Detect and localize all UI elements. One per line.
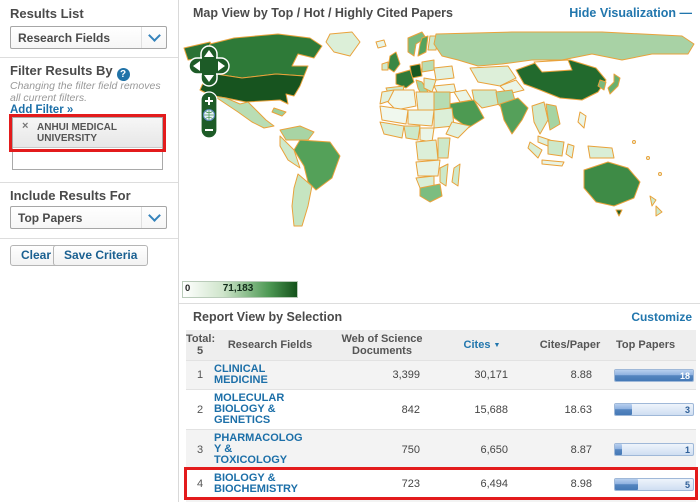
results-list-dropdown[interactable]: Research Fields bbox=[10, 26, 167, 49]
section-divider bbox=[179, 303, 700, 304]
top-papers-bar: 18 bbox=[614, 369, 694, 382]
chevron-down-icon bbox=[141, 27, 166, 48]
row-top-papers: 18 bbox=[614, 366, 696, 385]
top-papers-bar-fill bbox=[615, 479, 638, 490]
research-field-link[interactable]: MOLECULAR BIOLOGY & GENETICS bbox=[214, 392, 284, 426]
row-rank: 4 bbox=[186, 475, 214, 493]
esi-app-window: Results List Research Fields Filter Resu… bbox=[0, 0, 700, 502]
sidebar-divider bbox=[0, 238, 178, 239]
top-papers-bar: 5 bbox=[614, 478, 694, 491]
row-cites-per-paper: 18.63 bbox=[526, 401, 614, 419]
sort-descending-icon: ▼ bbox=[494, 342, 501, 349]
top-papers-bar-fill bbox=[615, 444, 622, 455]
row-field: BIOLOGY & BIOCHEMISTRY bbox=[214, 470, 326, 498]
active-filter-chip[interactable]: × ANHUI MEDICAL UNIVERSITY bbox=[13, 118, 162, 148]
sidebar-divider bbox=[0, 57, 178, 58]
column-header-top-papers: Top Papers bbox=[614, 336, 696, 354]
include-results-heading: Include Results For bbox=[10, 188, 131, 203]
save-criteria-button[interactable]: Save Criteria bbox=[53, 245, 148, 266]
add-filter-link[interactable]: Add Filter » bbox=[10, 104, 73, 116]
map-zoom-control bbox=[201, 92, 217, 138]
filter-results-heading: Filter Results By? bbox=[10, 63, 130, 81]
sidebar: Results List Research Fields Filter Resu… bbox=[0, 0, 179, 502]
active-filters-listbox[interactable]: × ANHUI MEDICAL UNIVERSITY bbox=[12, 117, 163, 170]
minus-icon: — bbox=[680, 6, 693, 20]
row-rank: 1 bbox=[186, 366, 214, 384]
report-table: Total: 5 Research Fields Web of Science … bbox=[186, 330, 696, 502]
results-list-selected-value: Research Fields bbox=[11, 31, 141, 45]
table-body: 1 CLINICAL MEDICINE 3,399 30,171 8.88 18… bbox=[186, 360, 696, 502]
top-papers-bar: 3 bbox=[614, 403, 694, 416]
row-cites: 6,650 bbox=[438, 441, 526, 459]
world-map-choropleth bbox=[184, 32, 694, 226]
choropleth-legend: 0 71,183 bbox=[182, 281, 298, 298]
column-header-research-fields: Research Fields bbox=[214, 336, 326, 354]
row-wos-documents: 3,399 bbox=[326, 366, 438, 384]
research-field-link[interactable]: PHARMACOLOG Y & TOXICOLOGY bbox=[214, 432, 303, 466]
customize-link[interactable]: Customize bbox=[631, 310, 692, 324]
top-papers-value: 18 bbox=[680, 370, 690, 382]
total-header: Total: 5 bbox=[186, 330, 214, 360]
column-header-cites[interactable]: Cites ▼ bbox=[438, 336, 526, 355]
row-field: MOLECULAR BIOLOGY & GENETICS bbox=[214, 390, 326, 429]
row-cites-per-paper: 8.87 bbox=[526, 441, 614, 459]
top-papers-value: 3 bbox=[685, 404, 690, 416]
world-map[interactable] bbox=[182, 30, 698, 275]
sidebar-divider bbox=[0, 182, 178, 183]
main-panel: Map View by Top / Hot / Highly Cited Pap… bbox=[179, 0, 700, 502]
results-list-heading: Results List bbox=[10, 6, 84, 21]
row-cites-per-paper: 8.98 bbox=[526, 475, 614, 493]
report-view-title: Report View by Selection bbox=[193, 310, 342, 324]
table-row: 4 BIOLOGY & BIOCHEMISTRY 723 6,494 8.98 … bbox=[186, 469, 696, 498]
row-field: CLINICAL MEDICINE bbox=[214, 361, 326, 389]
row-cites-per-paper: 8.88 bbox=[526, 366, 614, 384]
research-field-link[interactable]: BIOLOGY & BIOCHEMISTRY bbox=[214, 472, 298, 495]
row-wos-documents: 750 bbox=[326, 441, 438, 459]
chevron-down-icon bbox=[141, 207, 166, 228]
row-wos-documents: 842 bbox=[326, 401, 438, 419]
table-header-row: Total: 5 Research Fields Web of Science … bbox=[186, 330, 696, 360]
legend-max-value: 71,183 bbox=[183, 283, 293, 294]
table-row: 2 MOLECULAR BIOLOGY & GENETICS 842 15,68… bbox=[186, 389, 696, 429]
research-field-link[interactable]: CLINICAL MEDICINE bbox=[214, 363, 268, 386]
row-top-papers: 3 bbox=[614, 400, 696, 419]
active-filter-label: ANHUI MEDICAL UNIVERSITY bbox=[37, 122, 117, 144]
row-rank: 2 bbox=[186, 401, 214, 419]
map-globe-button[interactable] bbox=[204, 110, 215, 121]
row-cites: 15,688 bbox=[438, 401, 526, 419]
column-header-wos-documents: Web of Science Documents bbox=[326, 330, 438, 360]
row-wos-documents: 723 bbox=[326, 475, 438, 493]
row-top-papers: 5 bbox=[614, 475, 696, 494]
hide-visualization-link[interactable]: Hide Visualization — bbox=[569, 6, 692, 20]
row-top-papers: 1 bbox=[614, 440, 696, 459]
remove-filter-icon[interactable]: × bbox=[22, 121, 28, 132]
table-row: 3 PHARMACOLOG Y & TOXICOLOGY 750 6,650 8… bbox=[186, 429, 696, 469]
table-row: 0 ALL FIELDS 7,767 77,774 10.01 41 bbox=[186, 498, 696, 502]
include-results-dropdown[interactable]: Top Papers bbox=[10, 206, 167, 229]
map-view-title: Map View by Top / Hot / Highly Cited Pap… bbox=[193, 6, 453, 20]
top-papers-bar: 1 bbox=[614, 443, 694, 456]
top-papers-bar-fill bbox=[615, 404, 632, 415]
row-cites: 6,494 bbox=[438, 475, 526, 493]
row-field: PHARMACOLOG Y & TOXICOLOGY bbox=[214, 430, 326, 469]
row-cites: 30,171 bbox=[438, 366, 526, 384]
filter-note: Changing the filter field removes all cu… bbox=[10, 81, 172, 104]
top-papers-value: 5 bbox=[685, 479, 690, 491]
table-row: 1 CLINICAL MEDICINE 3,399 30,171 8.88 18 bbox=[186, 360, 696, 389]
column-header-cites-per-paper: Cites/Paper bbox=[526, 336, 614, 354]
row-rank: 3 bbox=[186, 441, 214, 459]
include-results-selected-value: Top Papers bbox=[11, 211, 141, 225]
top-papers-value: 1 bbox=[685, 444, 690, 456]
